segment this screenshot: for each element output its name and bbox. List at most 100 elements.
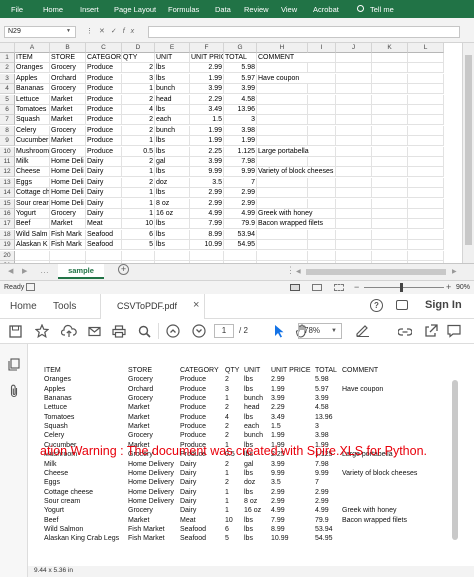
row-header-6[interactable]: 6 bbox=[0, 105, 15, 115]
cell[interactable] bbox=[336, 146, 372, 157]
cell[interactable] bbox=[408, 188, 444, 199]
cell[interactable]: Home Deli bbox=[50, 167, 86, 178]
cell[interactable] bbox=[257, 136, 308, 147]
cell[interactable] bbox=[408, 53, 444, 63]
cell[interactable]: Home Deli bbox=[50, 177, 86, 188]
cell[interactable]: 8 oz bbox=[155, 198, 190, 209]
pdf-scrollbar-thumb[interactable] bbox=[452, 380, 458, 540]
column-header-a[interactable]: A bbox=[15, 43, 50, 53]
cell[interactable]: 2 bbox=[122, 177, 155, 188]
cell[interactable] bbox=[336, 198, 372, 209]
cell[interactable]: 4.99 bbox=[190, 209, 224, 219]
cell[interactable]: 1 bbox=[122, 84, 155, 95]
cell[interactable] bbox=[257, 84, 308, 95]
page-break-view-icon[interactable] bbox=[334, 284, 344, 291]
select-all-corner[interactable] bbox=[0, 43, 15, 53]
cell[interactable]: 5.97 bbox=[224, 73, 257, 84]
column-header-f[interactable]: F bbox=[190, 43, 224, 53]
row-header-12[interactable]: 12 bbox=[0, 167, 15, 178]
cell[interactable]: 2 bbox=[122, 115, 155, 126]
row-header-11[interactable]: 11 bbox=[0, 157, 15, 167]
cell[interactable]: 1.99 bbox=[190, 125, 224, 136]
cell[interactable] bbox=[372, 136, 408, 147]
cell[interactable]: Greek with honey bbox=[257, 209, 312, 219]
cell[interactable] bbox=[408, 198, 444, 209]
cell[interactable] bbox=[372, 219, 408, 230]
cell[interactable] bbox=[408, 136, 444, 147]
cell[interactable]: 2.99 bbox=[224, 188, 257, 199]
row-header-8[interactable]: 8 bbox=[0, 125, 15, 136]
cell[interactable] bbox=[308, 136, 336, 147]
scrollbar-thumb[interactable] bbox=[465, 55, 472, 245]
column-header-d[interactable]: D bbox=[122, 43, 155, 53]
cell[interactable] bbox=[408, 105, 444, 115]
row-header-17[interactable]: 17 bbox=[0, 219, 15, 230]
cell[interactable] bbox=[336, 229, 372, 240]
cell[interactable] bbox=[224, 250, 257, 261]
cell[interactable] bbox=[372, 146, 408, 157]
cell[interactable]: 9.99 bbox=[224, 167, 257, 178]
cell[interactable]: 2.99 bbox=[224, 198, 257, 209]
nav-home[interactable]: Home bbox=[10, 301, 37, 312]
cell[interactable] bbox=[308, 240, 336, 251]
cell[interactable]: Dairy bbox=[86, 157, 122, 167]
cell[interactable]: 3.49 bbox=[190, 105, 224, 115]
cell[interactable]: Dairy bbox=[86, 177, 122, 188]
cell[interactable]: Produce bbox=[86, 125, 122, 136]
cell[interactable]: 13.96 bbox=[224, 105, 257, 115]
cell[interactable]: Market bbox=[50, 94, 86, 105]
ribbon-tab-page-layout[interactable]: Page Layout bbox=[114, 5, 156, 14]
fill-sign-icon[interactable] bbox=[356, 325, 370, 337]
cell[interactable] bbox=[408, 157, 444, 167]
row-header-9[interactable]: 9 bbox=[0, 136, 15, 147]
cell[interactable]: Grocery bbox=[50, 209, 86, 219]
spreadsheet-grid[interactable]: A B C D E F G H I J K L 1 ITEM STORE CATEGORY QTY UNIT UNI… bbox=[0, 43, 462, 263]
cell[interactable] bbox=[336, 188, 372, 199]
attachments-icon[interactable] bbox=[8, 384, 20, 398]
sheet-scroll-left-icon[interactable]: ◀ bbox=[8, 267, 13, 275]
cell[interactable] bbox=[257, 240, 308, 251]
cell[interactable]: Dairy bbox=[86, 209, 122, 219]
cell[interactable] bbox=[372, 94, 408, 105]
cell[interactable]: Sour crear bbox=[15, 198, 50, 209]
cell[interactable]: 79.9 bbox=[224, 219, 257, 230]
nav-tools[interactable]: Tools bbox=[53, 301, 76, 312]
sheet-tab-sample[interactable]: sample bbox=[58, 264, 104, 279]
cell[interactable] bbox=[308, 177, 336, 188]
cell[interactable]: 3 bbox=[122, 73, 155, 84]
row-header-15[interactable]: 15 bbox=[0, 198, 15, 209]
bookmark-star-icon[interactable] bbox=[35, 324, 49, 338]
previous-page-icon[interactable] bbox=[166, 324, 180, 338]
cell[interactable]: Cheese bbox=[15, 167, 50, 178]
cell[interactable]: Milk bbox=[15, 157, 50, 167]
next-page-icon[interactable] bbox=[192, 324, 206, 338]
cell[interactable] bbox=[372, 188, 408, 199]
cell[interactable]: 7 bbox=[224, 177, 257, 188]
cell[interactable]: Bacon wrapped filets bbox=[257, 219, 323, 230]
cell[interactable] bbox=[336, 136, 372, 147]
print-icon[interactable] bbox=[112, 325, 126, 338]
cell[interactable]: Squash bbox=[15, 115, 50, 126]
cell[interactable]: Market bbox=[50, 136, 86, 147]
cell[interactable]: Grocery bbox=[50, 125, 86, 136]
cell[interactable] bbox=[408, 209, 444, 219]
cell[interactable]: 2 bbox=[122, 63, 155, 74]
cell[interactable]: lbs bbox=[155, 73, 190, 84]
cell[interactable]: Dairy bbox=[86, 198, 122, 209]
cell[interactable]: Produce bbox=[86, 63, 122, 74]
column-header-e[interactable]: E bbox=[155, 43, 190, 53]
select-cursor-icon[interactable] bbox=[273, 324, 285, 338]
cell[interactable] bbox=[122, 250, 155, 261]
row-header-3[interactable]: 3 bbox=[0, 73, 15, 84]
cell[interactable]: Home Deli bbox=[50, 157, 86, 167]
cell[interactable]: Produce bbox=[86, 146, 122, 157]
row-header-20[interactable]: 20 bbox=[0, 250, 15, 261]
row-header-7[interactable]: 7 bbox=[0, 115, 15, 126]
sheet-menu-icon[interactable]: ⋮ bbox=[286, 265, 295, 276]
cell[interactable]: Produce bbox=[86, 136, 122, 147]
cell[interactable]: Market bbox=[50, 105, 86, 115]
cell[interactable]: Yogurt bbox=[15, 209, 50, 219]
cell[interactable]: bunch bbox=[155, 84, 190, 95]
cell[interactable]: 1.99 bbox=[190, 136, 224, 147]
cell[interactable]: Celery bbox=[15, 125, 50, 136]
